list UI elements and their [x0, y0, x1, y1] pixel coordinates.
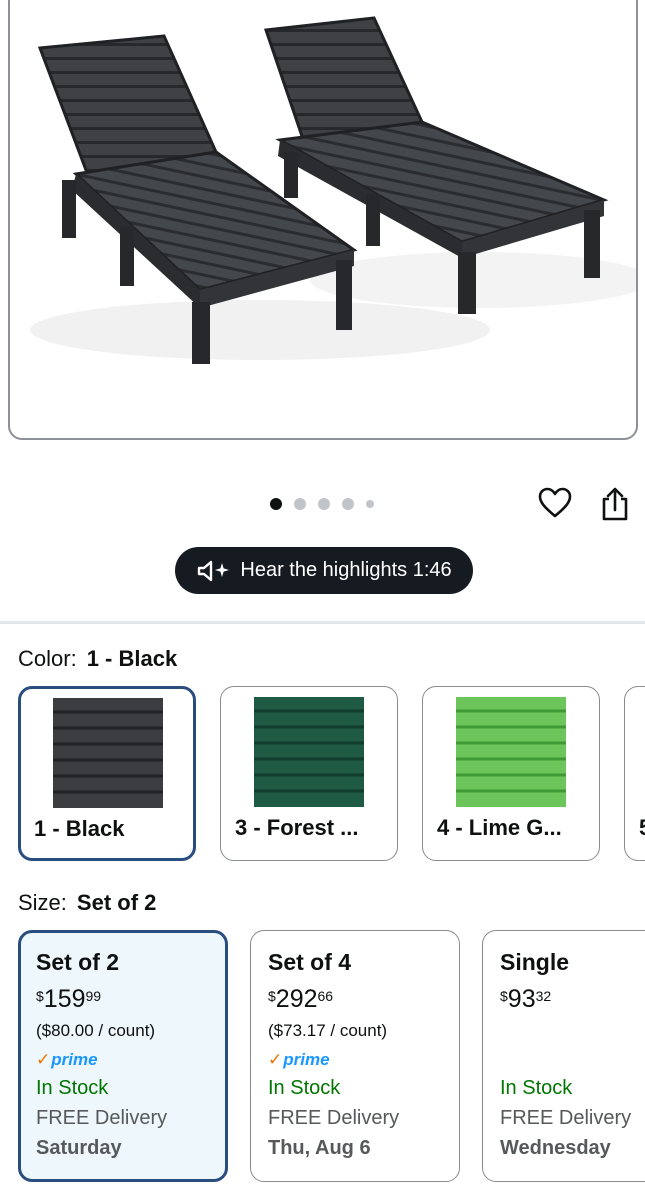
heart-icon	[538, 487, 572, 518]
delivery-day: Wednesday	[500, 1137, 611, 1159]
color-option-label: 3 - Forest ...	[235, 815, 359, 840]
color-selected-value: 1 - Black	[86, 646, 178, 671]
size-option-price: $292 66	[268, 985, 334, 1013]
size-option-price: $159 99	[36, 985, 102, 1013]
carousel-indicator[interactable]	[270, 497, 374, 511]
lounge-chairs-image	[30, 16, 636, 364]
prime-badge: ✓ prime	[36, 1050, 98, 1069]
size-option-set-of-4[interactable]: Set of 4 $292 66 ($73.17 / count) ✓ prime …	[250, 930, 460, 1182]
color-option-label: 5	[639, 815, 645, 841]
carousel-dot[interactable]	[270, 498, 282, 510]
size-option-name: Set of 2	[36, 949, 120, 975]
size-option-name: Single	[500, 949, 570, 975]
share-button[interactable]	[597, 484, 633, 524]
stock-status: In Stock	[268, 1077, 341, 1099]
prime-badge-empty	[500, 1047, 645, 1073]
color-option-label: 1 - Black	[34, 816, 125, 841]
delivery-day: Thu, Aug 6	[268, 1137, 371, 1159]
color-swatch	[53, 698, 163, 808]
carousel-dot[interactable]	[342, 498, 354, 510]
size-selected-value: Set of 2	[76, 890, 157, 915]
delivery-text: FREE Delivery	[36, 1107, 168, 1129]
size-option-single[interactable]: Single $93 32 In Stock FREE Delivery Wedn…	[482, 930, 645, 1182]
size-option-price: $93 32	[500, 985, 552, 1013]
hear-highlights-button[interactable]: Hear the highlights 1:46	[175, 547, 473, 594]
prime-check-icon: ✓	[36, 1050, 51, 1069]
color-swatch	[456, 697, 566, 807]
prime-badge: ✓ prime	[268, 1050, 330, 1069]
size-option-unit-price	[500, 1021, 645, 1047]
color-option-label: 4 - Lime G...	[437, 815, 562, 840]
speaker-sparkle-icon	[198, 560, 230, 581]
delivery-text: FREE Delivery	[500, 1107, 632, 1129]
carousel-dot[interactable]	[318, 498, 330, 510]
color-option-black[interactable]: 1 - Black	[18, 686, 196, 861]
color-option-forest[interactable]: 3 - Forest ...	[220, 686, 398, 861]
carousel-dot[interactable]	[366, 500, 374, 508]
product-image[interactable]	[8, 0, 638, 440]
delivery-day: Saturday	[36, 1137, 122, 1159]
delivery-text: FREE Delivery	[268, 1107, 400, 1129]
favorite-button[interactable]	[536, 484, 574, 522]
size-label-row: Size: Set of 2	[18, 890, 156, 916]
size-option-set-of-2[interactable]: Set of 2 $159 99 ($80.00 / count) ✓ prime …	[18, 930, 228, 1182]
size-option-name: Set of 4	[268, 949, 352, 975]
share-icon	[602, 487, 628, 521]
size-option-unit-price: ($80.00 / count)	[36, 1021, 156, 1040]
size-label: Size:	[18, 890, 67, 915]
carousel-dot[interactable]	[294, 498, 306, 510]
color-label-row: Color: 1 - Black	[18, 646, 177, 672]
stock-status: In Stock	[36, 1077, 109, 1099]
hear-highlights-label: Hear the highlights 1:46	[240, 559, 452, 581]
size-option-unit-price: ($73.17 / count)	[268, 1021, 388, 1040]
color-option-more[interactable]: 5	[624, 686, 645, 861]
stock-status: In Stock	[500, 1077, 573, 1099]
section-divider	[0, 621, 645, 624]
prime-check-icon: ✓	[268, 1050, 283, 1069]
color-option-lime[interactable]: 4 - Lime G...	[422, 686, 600, 861]
color-label: Color:	[18, 646, 77, 671]
color-swatch	[254, 697, 364, 807]
